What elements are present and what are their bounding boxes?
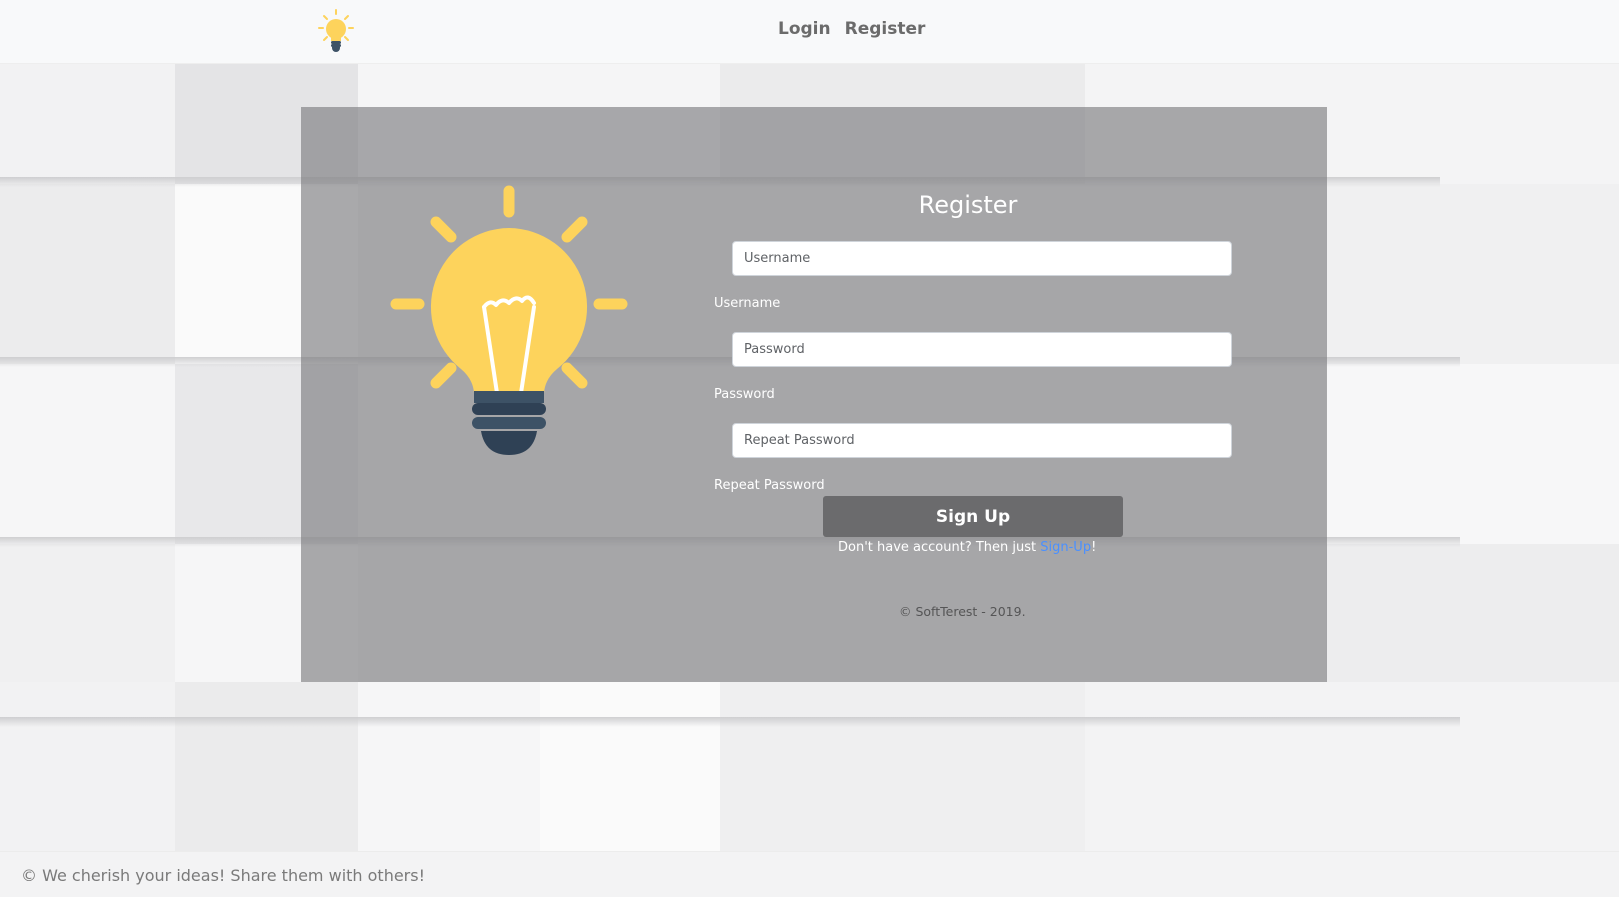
repeat-password-label: Repeat Password [714,478,825,493]
register-card: Register Username Password Repeat Passwo… [301,107,1327,682]
card-copyright: © SoftTerest - 2019. [899,604,1026,619]
lightbulb-icon [390,185,628,455]
password-input[interactable] [732,332,1232,367]
footer: © We cherish your ideas! Share them with… [0,851,1619,897]
sign-up-button[interactable]: Sign Up [823,496,1123,537]
username-label: Username [714,296,781,311]
navbar: Login Register [0,0,1619,64]
password-label: Password [714,387,775,402]
repeat-password-input[interactable] [732,423,1232,458]
username-input[interactable] [732,241,1232,276]
nav-login-link[interactable]: Login [778,19,831,39]
form-title: Register [918,191,1018,219]
signup-prompt-text: Don't have account? Then just [838,540,1041,555]
nav-register-link[interactable]: Register [845,19,926,39]
lightbulb-icon[interactable] [316,8,356,54]
sign-up-link[interactable]: Sign-Up [1040,540,1091,555]
signup-prompt-suffix: ! [1091,540,1097,555]
footer-text: © We cherish your ideas! Share them with… [21,866,426,885]
signup-prompt: Don't have account? Then just Sign-Up! [838,540,1096,555]
